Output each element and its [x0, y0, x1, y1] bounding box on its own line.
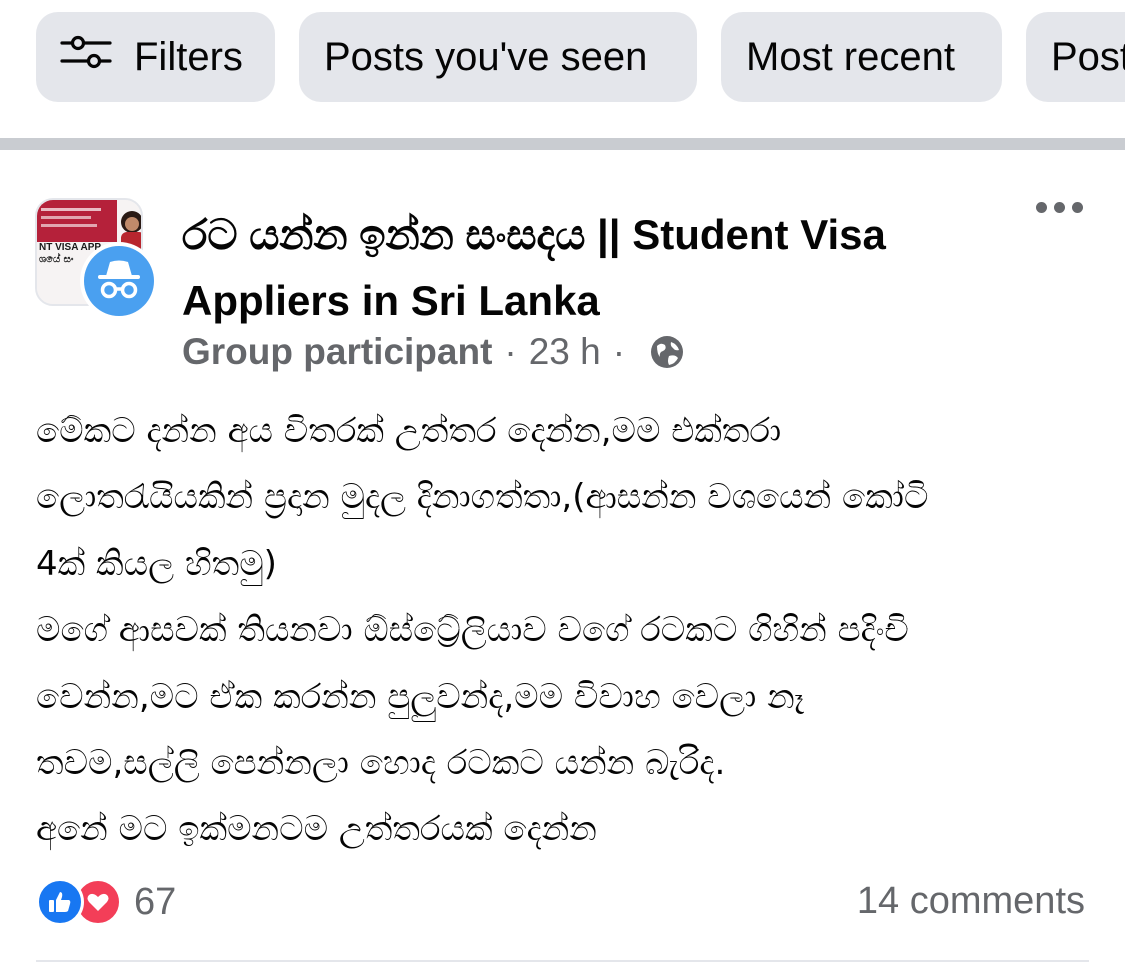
post-text-line: මේකට දන්න අය විතරක් උත්තර දෙන්න,මම එක්තර…	[36, 411, 782, 451]
meta-separator: ·	[504, 331, 517, 372]
most-recent-chip[interactable]: Most recent	[721, 12, 1002, 102]
group-thumb-text-2: ශයේ සං	[39, 254, 74, 265]
posts-chip-label: Posts	[1051, 34, 1125, 79]
meta-separator: ·	[612, 331, 626, 372]
comments-count[interactable]: 14 comments	[857, 880, 1085, 923]
filter-bar: Filters Posts you've seen Most recent Po…	[0, 0, 1125, 138]
group-avatar[interactable]: NT VISA APP ශයේ සං	[35, 198, 158, 320]
posts-seen-chip[interactable]: Posts you've seen	[299, 12, 697, 102]
like-icon	[36, 878, 84, 926]
post-text-line: මගේ ආසවක් තියනවා ඕස්ට්‍රේලියාව වගේ රටකට …	[36, 610, 909, 651]
author-role: Group participant	[182, 331, 493, 372]
post-text-line: අනේ මට ඉක්මනටම උත්තරයක් දෙන්න	[36, 809, 597, 850]
post-card: NT VISA APP ශයේ සං රට යන්න ඉන්න සංසදය ||…	[0, 150, 1125, 970]
post-text-line: ලොතරැයියකින් ප්‍රදාන මුදල දිනාගත්තා,(ආසන…	[36, 477, 929, 518]
group-name[interactable]: රට යන්න ඉන්න සංසදය || Student Visa Appli…	[182, 202, 982, 334]
filters-chip[interactable]: Filters	[36, 12, 275, 102]
post-timestamp[interactable]: 23 h	[529, 331, 601, 373]
globe-icon	[649, 334, 685, 370]
post-text-line: වෙන්න,මට ඒක කරන්න පුලුවන්ද,මම විවාහ වෙලා…	[36, 676, 805, 717]
post-text-line: තවම,සල්ලි පෙන්නලා හොද රටකට යන්න බැරිද.	[36, 743, 726, 784]
post-text: මේකට දන්න අය විතරක් උත්තර දෙන්න,මම එක්තර…	[36, 398, 1096, 863]
post-footer-divider	[36, 960, 1089, 962]
filters-chip-label: Filters	[134, 34, 243, 79]
sliders-icon	[60, 34, 112, 80]
post-meta: Group participant · 23 h ·	[182, 330, 685, 374]
post-text-line: 4ක් කියල හිතමු)	[36, 543, 277, 584]
reaction-count: 67	[134, 880, 177, 923]
posts-seen-chip-label: Posts you've seen	[324, 34, 648, 79]
posts-chip[interactable]: Posts	[1026, 12, 1125, 102]
feed-divider	[0, 138, 1125, 150]
most-recent-chip-label: Most recent	[746, 34, 955, 79]
more-options-icon[interactable]	[1036, 202, 1083, 213]
anonymous-incognito-icon	[80, 242, 158, 320]
reactions-summary[interactable]: 67	[36, 878, 176, 926]
